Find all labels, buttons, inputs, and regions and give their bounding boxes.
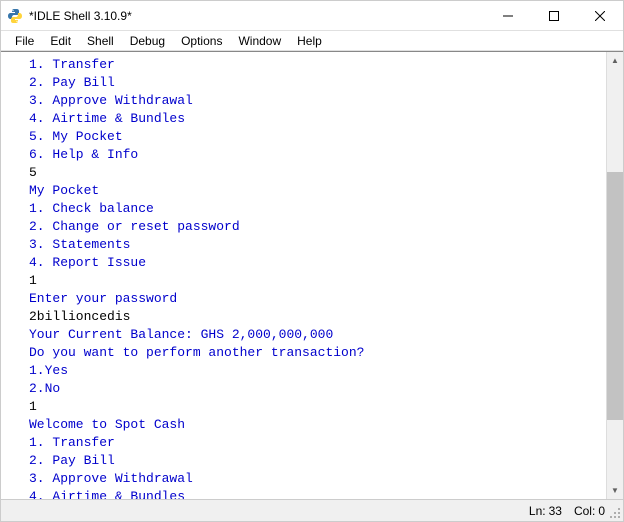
shell-input-line: 2billioncedis [29,308,602,326]
shell-output-line: 5. My Pocket [29,128,602,146]
shell-input-line: 1 [29,272,602,290]
minimize-button[interactable] [485,1,531,30]
window-controls [485,1,623,30]
scroll-down-arrow-icon[interactable]: ▼ [607,482,623,499]
maximize-button[interactable] [531,1,577,30]
scroll-thumb[interactable] [607,172,623,420]
shell-output-line: My Pocket [29,182,602,200]
shell-output-line: 1.Yes [29,362,602,380]
shell-output-line: 3. Approve Withdrawal [29,92,602,110]
scroll-track[interactable] [607,69,623,482]
close-button[interactable] [577,1,623,30]
menu-help[interactable]: Help [289,32,330,50]
shell-output-line: Do you want to perform another transacti… [29,344,602,362]
status-col-label: Col: [574,504,595,518]
shell-output-line: 2. Change or reset password [29,218,602,236]
shell-output-line: Enter your password [29,290,602,308]
shell-output-line: 4. Airtime & Bundles [29,110,602,128]
shell-output-line: 1. Transfer [29,434,602,452]
menu-shell[interactable]: Shell [79,32,122,50]
python-icon [7,8,23,24]
shell-output-line: Your Current Balance: GHS 2,000,000,000 [29,326,602,344]
shell-output-line: 1. Transfer [29,56,602,74]
shell-output-line: 6. Help & Info [29,146,602,164]
status-bar: Ln: 33 Col: 0 [1,499,623,521]
status-ln-value: 33 [549,504,562,518]
title-bar: *IDLE Shell 3.10.9* [1,1,623,31]
shell-output-line: 2. Pay Bill [29,452,602,470]
shell-output-line: 2.No [29,380,602,398]
menu-file[interactable]: File [7,32,42,50]
window-title: *IDLE Shell 3.10.9* [29,9,485,23]
menu-edit[interactable]: Edit [42,32,79,50]
shell-input-line: 5 [29,164,602,182]
shell-output-line: 4. Report Issue [29,254,602,272]
menu-options[interactable]: Options [173,32,230,50]
menu-bar: File Edit Shell Debug Options Window Hel… [1,31,623,51]
vertical-scrollbar[interactable]: ▲ ▼ [606,52,623,499]
shell-output-line: 2. Pay Bill [29,74,602,92]
shell-input-line: 1 [29,398,602,416]
resize-grip-icon[interactable] [609,507,621,519]
shell-output-line: 4. Airtime & Bundles [29,488,602,499]
menu-window[interactable]: Window [230,32,289,50]
shell-output-line: 3. Approve Withdrawal [29,470,602,488]
menu-debug[interactable]: Debug [122,32,173,50]
scroll-up-arrow-icon[interactable]: ▲ [607,52,623,69]
shell-output-line: Welcome to Spot Cash [29,416,602,434]
shell-text-area[interactable]: 1. Transfer2. Pay Bill3. Approve Withdra… [1,52,606,499]
content-area: 1. Transfer2. Pay Bill3. Approve Withdra… [1,51,623,499]
shell-output-line: 1. Check balance [29,200,602,218]
shell-output-line: 3. Statements [29,236,602,254]
status-ln-label: Ln: [529,504,546,518]
status-col-value: 0 [598,504,605,518]
